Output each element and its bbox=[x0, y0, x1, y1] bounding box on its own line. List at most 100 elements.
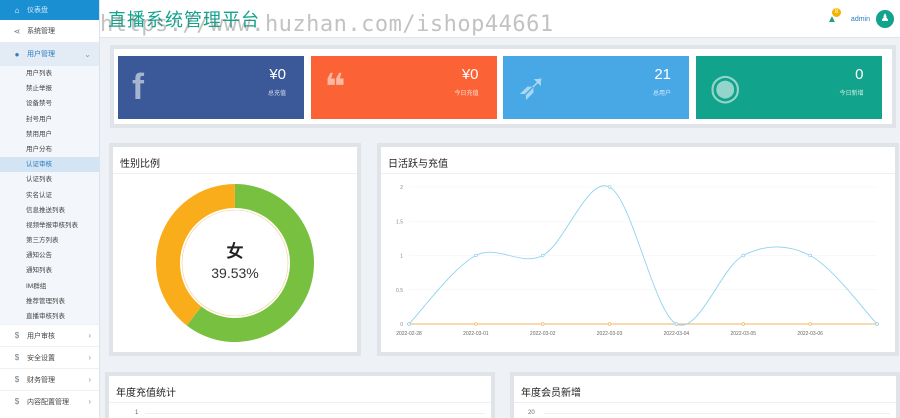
twitter-icon: ➶ bbox=[517, 66, 548, 107]
sidebar-item-system[interactable]: ⋖ 系统管理 bbox=[0, 20, 99, 42]
chevron-right-icon: › bbox=[88, 331, 91, 341]
sidebar-subitem[interactable]: 实名认证 bbox=[0, 188, 99, 203]
panel-title: 年度充值统计 bbox=[116, 388, 176, 399]
chevron-right-icon: › bbox=[88, 397, 91, 407]
sidebar-subitem[interactable]: 通知列表 bbox=[0, 263, 99, 278]
data-point bbox=[808, 322, 812, 326]
sidebar-subitem[interactable]: 直播审核列表 bbox=[0, 309, 99, 324]
notification-badge: 8 bbox=[832, 7, 842, 17]
stat-label: 今日新增 bbox=[839, 91, 864, 97]
stat-value: ¥0 bbox=[461, 66, 479, 83]
stat-label: 总充值 bbox=[267, 91, 286, 97]
data-point bbox=[607, 185, 612, 189]
panel-title: 年度会员新增 bbox=[521, 388, 581, 399]
data-point bbox=[875, 322, 879, 326]
sidebar-subitem[interactable]: 通知公告 bbox=[0, 248, 99, 263]
sidebar-subitem[interactable]: IM群组 bbox=[0, 279, 99, 294]
sidebar-item-label: 系统管理 bbox=[27, 28, 55, 35]
chevron-right-icon: › bbox=[88, 353, 91, 363]
stat-tile: ➶ 21 总用户 bbox=[503, 56, 689, 119]
home-icon: ⌂ bbox=[14, 5, 20, 15]
top-header: 直播系统管理平台 https://www.huzhan.com/ishop446… bbox=[100, 0, 900, 38]
x-tick-label: 2022-02-28 bbox=[396, 331, 422, 337]
data-point bbox=[540, 253, 545, 258]
sidebar-subitem[interactable]: 认证列表 bbox=[0, 172, 99, 187]
sidebar-item-user-management[interactable]: ● 用户管理 ⌄ bbox=[0, 42, 99, 66]
x-tick-label: 2022-03-03 bbox=[597, 331, 623, 337]
sidebar-subitem[interactable]: 用户分布 bbox=[0, 142, 99, 157]
activity-line-chart: 0 0.5 1 1.5 2 2022-02-28 2022-03-01 2022-03-02 2… bbox=[396, 185, 879, 337]
stat-tile: ❝ ¥0 今日充值 bbox=[310, 56, 497, 119]
sidebar-subitem[interactable]: 设备禁号 bbox=[0, 96, 99, 111]
data-point bbox=[674, 322, 679, 326]
sidebar-item-label: 用户管理 bbox=[27, 51, 55, 58]
sidebar-group-item[interactable]: $ 财务管理 › bbox=[0, 368, 99, 390]
data-point bbox=[474, 322, 478, 326]
data-point bbox=[607, 322, 612, 326]
y-tick-label: 1.5 bbox=[396, 219, 403, 225]
y-tick-label: 2 bbox=[400, 185, 403, 191]
sidebar: ⌂ 仪表盘 ⋖ 系统管理 ● 用户管理 ⌄ 用户列表 禁止举报 设备禁号 封号用户 禁用… bbox=[0, 0, 100, 418]
y-tick-label: 1 bbox=[135, 410, 139, 416]
avatar[interactable]: ♟ bbox=[876, 10, 894, 28]
stat-tile: ◉ 0 今日新增 bbox=[695, 56, 882, 119]
sidebar-group-item[interactable]: $ 内容配置管理 › bbox=[0, 390, 99, 412]
dollar-icon: $ bbox=[14, 331, 20, 341]
sidebar-item-label: 仪表盘 bbox=[27, 7, 48, 14]
dollar-icon: $ bbox=[14, 353, 20, 363]
dollar-icon: $ bbox=[14, 375, 20, 385]
donut-center-value: 39.53% bbox=[211, 265, 258, 281]
stats-panel: f ¥0 总充值 ❝ ¥0 今日充值 ➶ 21 总用户 ◉ 0 今日新增 bbox=[110, 45, 896, 128]
chevron-down-icon: ⌄ bbox=[84, 49, 91, 59]
user-name[interactable]: admin bbox=[851, 16, 870, 23]
stat-label: 总用户 bbox=[652, 91, 671, 97]
chat-icon: ❝ bbox=[324, 66, 346, 107]
x-tick-label: 2022-03-01 bbox=[463, 331, 489, 337]
activity-chart-panel: 日活跃与充值 0 0.5 1 1.5 2 2022-02-28 2022-03-01 2022… bbox=[377, 143, 899, 356]
data-point bbox=[741, 253, 746, 258]
notification-bell-icon[interactable]: ▲ 8 bbox=[827, 7, 842, 25]
gender-donut-chart: 女 39.53% bbox=[156, 184, 314, 342]
x-tick-label: 2022-03-04 bbox=[664, 331, 690, 337]
sidebar-item-label: 财务管理 bbox=[27, 376, 55, 384]
facebook-icon: f bbox=[132, 66, 144, 107]
user-icon: ● bbox=[14, 49, 20, 59]
data-point bbox=[741, 322, 746, 326]
y-tick-label: 0 bbox=[400, 322, 403, 328]
stat-tile: f ¥0 总充值 bbox=[118, 56, 304, 119]
sidebar-subitem[interactable]: 信息推送列表 bbox=[0, 203, 99, 218]
sidebar-subitem[interactable]: 第三方列表 bbox=[0, 233, 99, 248]
watermark-text: https://www.huzhan.com/ishop44661 bbox=[100, 12, 554, 37]
y-tick-label: 20 bbox=[528, 410, 535, 416]
yearly-recharge-panel: 年度充值统计 1 bbox=[105, 372, 495, 418]
chevron-right-icon: › bbox=[88, 375, 91, 385]
x-tick-label: 2022-03-06 bbox=[797, 331, 823, 337]
sidebar-subitem[interactable]: 推荐管理列表 bbox=[0, 294, 99, 309]
donut-center-label: 女 bbox=[227, 241, 244, 261]
sidebar-group-item[interactable]: $ 安全设置 › bbox=[0, 346, 99, 368]
sidebar-item-label: 安全设置 bbox=[27, 354, 55, 362]
sidebar-item-label: 用户审核 bbox=[27, 332, 55, 340]
x-tick-label: 2022-03-05 bbox=[730, 331, 756, 337]
y-tick-label: 1 bbox=[400, 254, 403, 260]
sidebar-group-item[interactable]: $ 用户审核 › bbox=[0, 324, 99, 346]
stat-value: 0 bbox=[855, 66, 864, 83]
data-point bbox=[474, 253, 478, 258]
sidebar-subitem[interactable]: 封号用户 bbox=[0, 112, 99, 127]
sidebar-subitem[interactable]: 禁止举报 bbox=[0, 81, 99, 96]
sidebar-subitem[interactable]: 认证审核 bbox=[0, 157, 99, 173]
data-point bbox=[808, 253, 812, 258]
data-point bbox=[407, 322, 411, 326]
x-tick-label: 2022-03-02 bbox=[530, 331, 556, 337]
sidebar-subitem[interactable]: 用户列表 bbox=[0, 66, 99, 81]
sidebar-subitem[interactable]: 禁用用户 bbox=[0, 127, 99, 142]
dollar-icon: $ bbox=[14, 397, 20, 407]
sidebar-groups: $ 用户审核 › $ 安全设置 › $ 财务管理 › $ 内容配置管理 › bbox=[0, 324, 99, 412]
sidebar-item-home[interactable]: ⌂ 仪表盘 bbox=[0, 0, 99, 20]
gender-ratio-panel: 性别比例 女 39.53% bbox=[109, 143, 361, 356]
stat-label: 今日充值 bbox=[454, 91, 479, 97]
sidebar-subitem[interactable]: 视频举报审核列表 bbox=[0, 218, 99, 233]
y-tick-label: 0.5 bbox=[396, 288, 403, 294]
stat-value: 21 bbox=[654, 66, 671, 83]
sidebar-item-label: 内容配置管理 bbox=[27, 398, 69, 406]
